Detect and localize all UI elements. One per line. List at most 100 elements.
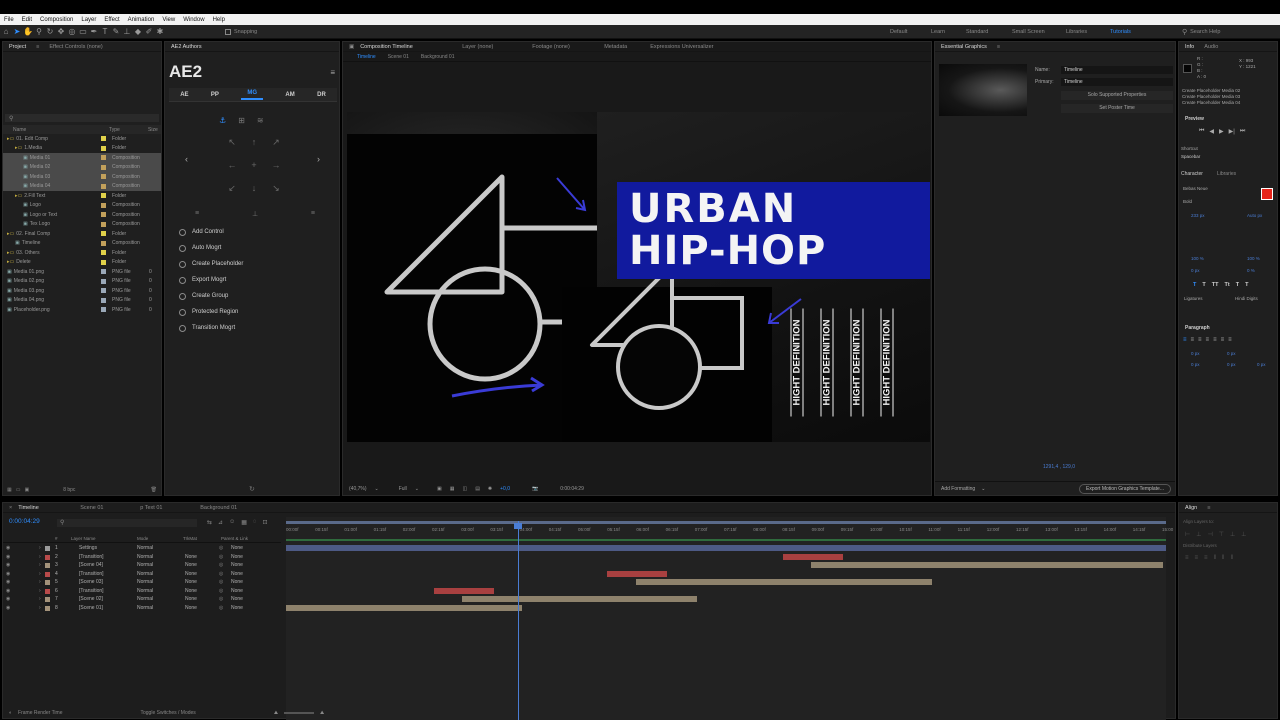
comp-mini-flowchart-icon[interactable]: ⇆ — [207, 519, 212, 526]
label-color-swatch[interactable] — [101, 145, 106, 151]
hand-tool-icon[interactable]: ✋ — [23, 27, 33, 37]
add-formatting-select[interactable]: Add Formatting — [941, 486, 975, 492]
pan-behind-tool-icon[interactable]: ◎ — [67, 27, 77, 37]
project-item[interactable]: ▸▭ 2.Fill Text Folder — [3, 191, 161, 201]
timeline-layer-row[interactable]: ◉ › 3 [Scene 04] Normal None ◎ None — [3, 561, 281, 570]
zoom-in-icon[interactable]: ⛰ — [320, 710, 324, 716]
draft-3d-icon[interactable]: ⊿ — [218, 519, 223, 526]
tab-layer[interactable]: Layer (none) — [462, 44, 532, 50]
workspace-libraries[interactable]: Libraries — [1066, 29, 1087, 35]
bpc-label[interactable]: 8 bpc — [63, 487, 75, 493]
tab-background-01[interactable]: Background 01 — [200, 505, 237, 511]
label-color-swatch[interactable] — [101, 278, 106, 284]
resolution-select[interactable]: Full — [399, 486, 407, 492]
expand-twirl-icon[interactable]: › — [39, 596, 41, 602]
parent-pickwhip-icon[interactable]: ◎ — [219, 579, 223, 585]
project-item[interactable]: ▸▭ 02. Final Comp Folder — [3, 229, 161, 239]
indent-right-value[interactable]: 0 px — [1227, 351, 1236, 356]
chevron-down-icon[interactable]: ⌄ — [415, 486, 419, 492]
parent-pickwhip-icon[interactable]: ◎ — [219, 562, 223, 568]
type-tool-icon[interactable]: T — [100, 27, 110, 37]
menu-layer[interactable]: Layer — [81, 17, 96, 23]
layer-trkmat-select[interactable]: None — [185, 562, 197, 568]
parent-pickwhip-icon[interactable]: ◎ — [219, 554, 223, 560]
workspace-small-screen[interactable]: Small Screen — [1012, 29, 1045, 35]
layer-name[interactable]: Settings — [79, 545, 97, 551]
ae2-tab-ae[interactable]: AE — [180, 92, 188, 98]
label-color-swatch[interactable] — [101, 259, 106, 265]
playhead[interactable] — [518, 521, 519, 720]
project-item[interactable]: ▣ Media 02.png PNG file 0 — [3, 277, 161, 287]
align-top-edges-icon[interactable]: ⊤ — [1219, 531, 1224, 538]
space-after-value[interactable]: 0 px — [1257, 362, 1266, 367]
layer-label-color[interactable] — [45, 597, 50, 602]
new-folder-icon[interactable]: ▭ — [16, 487, 21, 493]
rectangle-tool-icon[interactable]: ▭ — [78, 27, 88, 37]
layer-parent-select[interactable]: None — [231, 571, 243, 577]
work-area-bar[interactable] — [286, 521, 1166, 524]
parent-pickwhip-icon[interactable]: ◎ — [219, 605, 223, 611]
align-left-icon[interactable]: ≡ — [1183, 337, 1187, 343]
visibility-eye-icon[interactable]: ◉ — [6, 545, 10, 551]
arrow-w-icon[interactable]: ← — [221, 160, 243, 183]
project-item[interactable]: ▸▭ 1.Media Folder — [3, 144, 161, 154]
arrow-s-icon[interactable]: ↓ — [243, 183, 265, 206]
layer-parent-select[interactable]: None — [231, 579, 243, 585]
layer-parent-select[interactable]: None — [231, 605, 243, 611]
layer-name[interactable]: [Scene 04] — [79, 562, 103, 568]
region-icon[interactable]: ▣ — [437, 486, 442, 492]
parent-pickwhip-icon[interactable]: ◎ — [219, 588, 223, 594]
roto-brush-tool-icon[interactable]: ✐ — [144, 27, 154, 37]
puppet-tool-icon[interactable]: ✱ — [155, 27, 165, 37]
layer-trkmat-select[interactable]: None — [185, 596, 197, 602]
chevron-down-icon[interactable]: ⌄ — [375, 486, 379, 492]
layer-name[interactable]: [Transition] — [79, 554, 104, 560]
layer-parent-select[interactable]: None — [231, 562, 243, 568]
viewer-timecode[interactable]: 0:00:04:29 — [560, 486, 584, 492]
project-item[interactable]: ▣ Media 01.png PNG file 0 — [3, 267, 161, 277]
set-poster-time-button[interactable]: Set Poster Time — [1061, 104, 1173, 113]
tab-timeline[interactable]: Timeline — [18, 505, 80, 511]
ae2-tab-mg[interactable]: MG — [241, 90, 263, 100]
rotate-tool-icon[interactable]: ↻ — [45, 27, 55, 37]
visibility-eye-icon[interactable]: ◉ — [6, 596, 10, 602]
tab-align[interactable]: Align — [1185, 505, 1197, 511]
menu-help[interactable]: Help — [213, 17, 225, 23]
label-color-swatch[interactable] — [101, 269, 106, 274]
menu-view[interactable]: View — [162, 17, 175, 23]
arrow-sw-icon[interactable]: ↙ — [221, 183, 243, 206]
delete-icon[interactable]: 🗑 — [151, 487, 157, 493]
ae2-action-export-mogrt[interactable]: Export Mogrt — [169, 272, 337, 288]
home-icon[interactable]: ⌂ — [1, 27, 11, 37]
primary-select[interactable]: Timeline — [1061, 78, 1173, 86]
faux-italic-icon[interactable]: T — [1202, 282, 1205, 288]
ae2-action-add-control[interactable]: Add Control — [169, 224, 337, 240]
first-line-value[interactable]: 0 px — [1191, 362, 1200, 367]
next-arrow-icon[interactable]: › — [317, 154, 320, 164]
visibility-eye-icon[interactable]: ◉ — [6, 571, 10, 577]
column-size[interactable]: Size — [148, 127, 158, 133]
layer-duration-bar[interactable] — [462, 596, 697, 602]
align-center-icon[interactable]: ≡ — [1191, 337, 1195, 343]
project-search-input[interactable]: ⚲ — [5, 114, 159, 122]
layer-parent-select[interactable]: None — [231, 588, 243, 594]
layer-trkmat-select[interactable]: None — [185, 579, 197, 585]
expand-twirl-icon[interactable]: › — [39, 554, 41, 560]
expand-twirl-icon[interactable]: › — [39, 562, 41, 568]
layer-name[interactable]: [Scene 03] — [79, 579, 103, 585]
layer-duration-bar[interactable] — [607, 570, 667, 577]
project-item[interactable]: ▣ Media 03.png PNG file 0 — [3, 286, 161, 296]
all-caps-icon[interactable]: TT — [1212, 282, 1219, 288]
snapping-toggle[interactable]: Snapping — [225, 28, 257, 35]
align-right-edges-icon[interactable]: ⊣ — [1207, 531, 1212, 538]
layer-label-color[interactable] — [45, 571, 50, 577]
layer-name[interactable]: [Scene 02] — [79, 596, 103, 602]
hindi-digits-checkbox[interactable]: Hindi Digits — [1235, 296, 1258, 301]
layer-duration-bar[interactable] — [783, 553, 843, 560]
layer-duration-bar[interactable] — [286, 604, 522, 611]
layer-mode-select[interactable]: Normal — [137, 579, 153, 585]
layer-name[interactable]: [Transition] — [79, 588, 104, 594]
project-item[interactable]: ▸▭ 03. Others Folder — [3, 248, 161, 258]
prev-arrow-icon[interactable]: ‹ — [185, 154, 188, 164]
justify-all-icon[interactable]: ≡ — [1228, 337, 1232, 343]
